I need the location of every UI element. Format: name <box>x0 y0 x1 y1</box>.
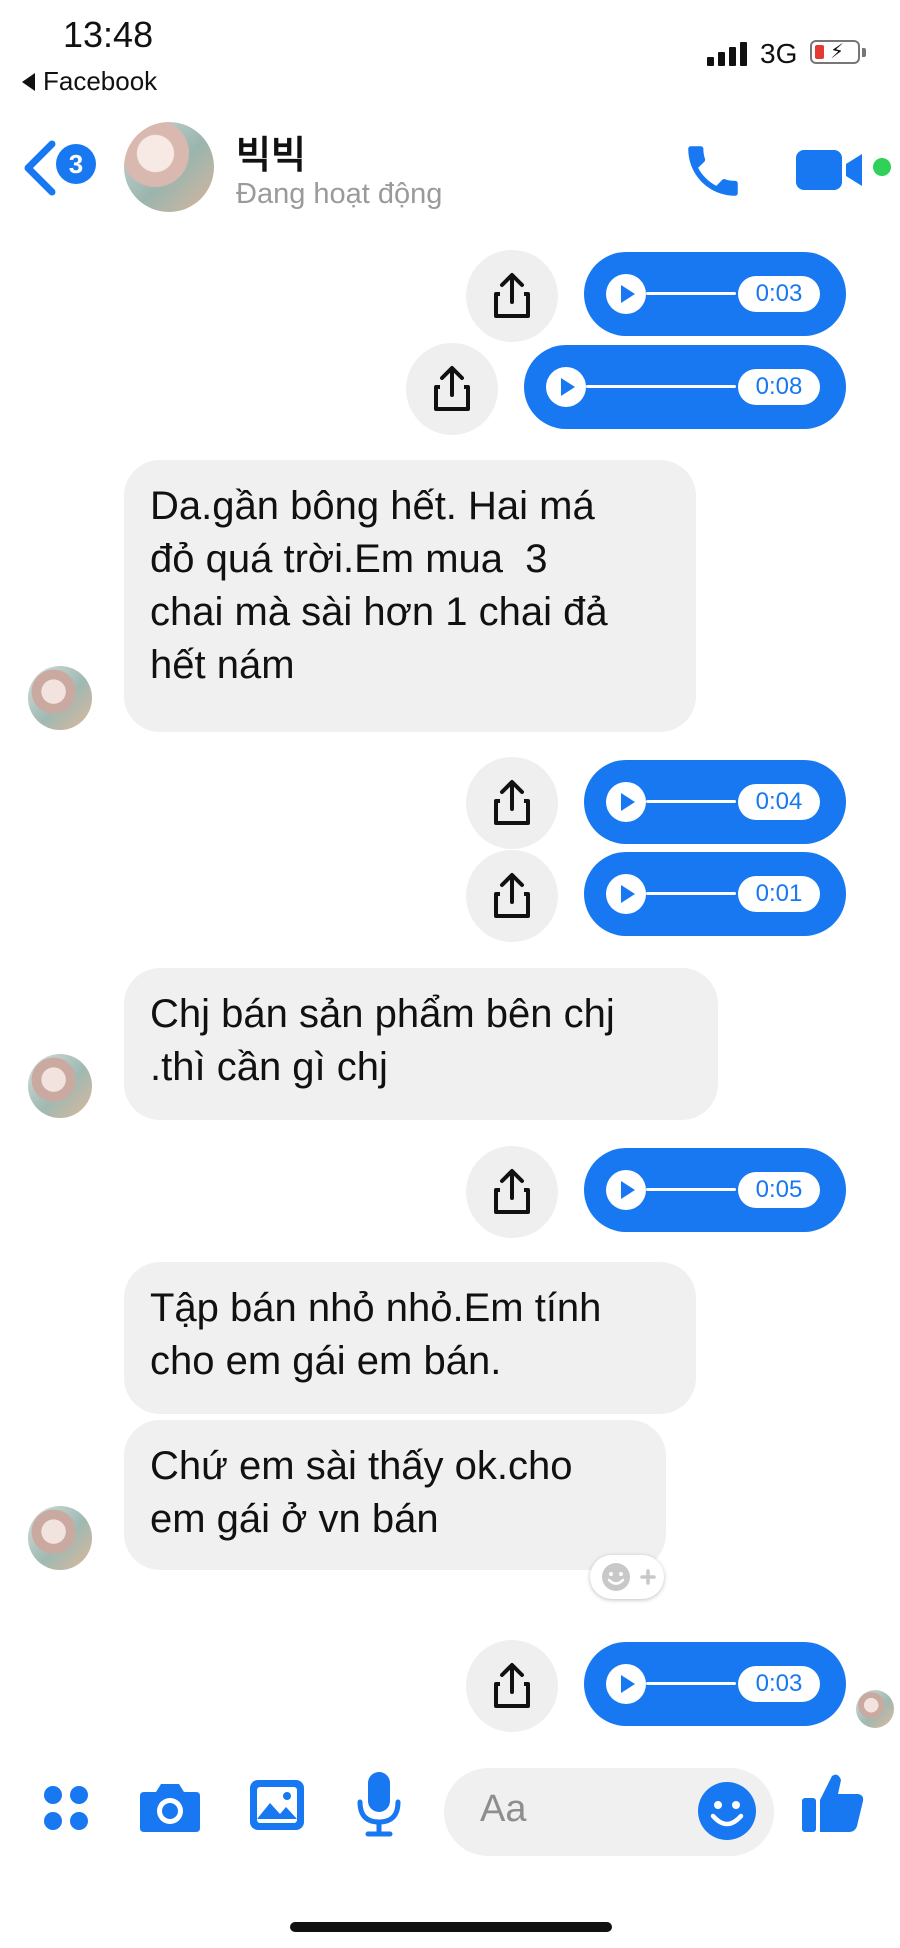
play-icon[interactable] <box>606 1170 646 1210</box>
play-icon[interactable] <box>606 1664 646 1704</box>
audio-duration: 0:04 <box>738 784 820 820</box>
unread-count-badge: 3 <box>56 144 96 184</box>
share-icon[interactable] <box>466 757 558 849</box>
play-icon[interactable] <box>606 274 646 314</box>
share-icon[interactable] <box>406 343 498 435</box>
back-to-app-link[interactable]: Facebook <box>22 66 157 97</box>
message-input-placeholder: Aa <box>480 1788 527 1830</box>
share-icon[interactable] <box>466 1146 558 1238</box>
audio-progress-track <box>646 292 736 295</box>
audio-progress-track <box>586 385 736 388</box>
audio-message[interactable]: 0:04 <box>584 760 846 844</box>
incoming-message[interactable]: Chứ em sài thấy ok.cho em gái ở vn bán <box>124 1420 666 1570</box>
battery-icon: ⚡ <box>810 40 860 64</box>
audio-duration: 0:03 <box>738 276 820 312</box>
play-icon[interactable] <box>606 782 646 822</box>
back-chevron-icon[interactable] <box>18 138 62 198</box>
contact-avatar-small[interactable] <box>28 666 92 730</box>
battery-cap <box>862 48 866 57</box>
message-input[interactable]: Aa <box>444 1768 774 1856</box>
add-reaction-icon <box>602 1563 656 1591</box>
network-type: 3G <box>760 38 798 69</box>
contact-active-status: Đang hoạt động <box>236 178 443 210</box>
audio-message[interactable]: 0:01 <box>584 852 846 936</box>
incoming-message[interactable]: Tập bán nhỏ nhỏ.Em tính cho em gái em bá… <box>124 1262 696 1414</box>
play-icon[interactable] <box>546 367 586 407</box>
video-camera-icon[interactable] <box>796 146 868 194</box>
audio-message[interactable]: 0:08 <box>524 345 846 429</box>
audio-message[interactable]: 0:05 <box>584 1148 846 1232</box>
thumbs-up-icon[interactable] <box>800 1770 866 1836</box>
back-triangle-icon <box>22 72 35 91</box>
camera-icon[interactable] <box>138 1778 202 1834</box>
audio-duration: 0:08 <box>738 369 820 405</box>
phone-icon[interactable] <box>680 138 746 204</box>
contact-avatar-small[interactable] <box>28 1506 92 1570</box>
home-indicator <box>290 1922 612 1932</box>
contact-avatar-small[interactable] <box>28 1054 92 1118</box>
audio-progress-track <box>646 892 736 895</box>
play-icon[interactable] <box>606 874 646 914</box>
online-indicator <box>873 158 891 176</box>
status-time: 13:48 <box>63 14 154 55</box>
share-icon[interactable] <box>466 850 558 942</box>
share-icon[interactable] <box>466 1640 558 1732</box>
seen-receipt-avatar <box>856 1690 894 1728</box>
contact-avatar[interactable] <box>124 122 214 212</box>
audio-duration: 0:03 <box>738 1666 820 1702</box>
emoji-icon[interactable] <box>696 1780 758 1842</box>
add-reaction-button[interactable] <box>590 1555 664 1599</box>
microphone-icon[interactable] <box>356 1770 402 1838</box>
contact-name[interactable]: 빅빅 <box>236 124 306 179</box>
incoming-message[interactable]: Chj bán sản phẩm bên chj .thì cần gì chj <box>124 968 718 1120</box>
audio-progress-track <box>646 800 736 803</box>
audio-duration: 0:05 <box>738 1172 820 1208</box>
incoming-message[interactable]: Da.gần bông hết. Hai má đỏ quá trời.Em m… <box>124 460 696 732</box>
signal-strength-icon <box>707 40 747 66</box>
apps-grid-icon[interactable] <box>40 1782 92 1834</box>
audio-duration: 0:01 <box>738 876 820 912</box>
photo-gallery-icon[interactable] <box>248 1776 306 1834</box>
audio-progress-track <box>646 1188 736 1191</box>
back-app-label: Facebook <box>43 66 158 96</box>
audio-message[interactable]: 0:03 <box>584 252 846 336</box>
audio-message[interactable]: 0:03 <box>584 1642 846 1726</box>
audio-progress-track <box>646 1682 736 1685</box>
share-icon[interactable] <box>466 250 558 342</box>
